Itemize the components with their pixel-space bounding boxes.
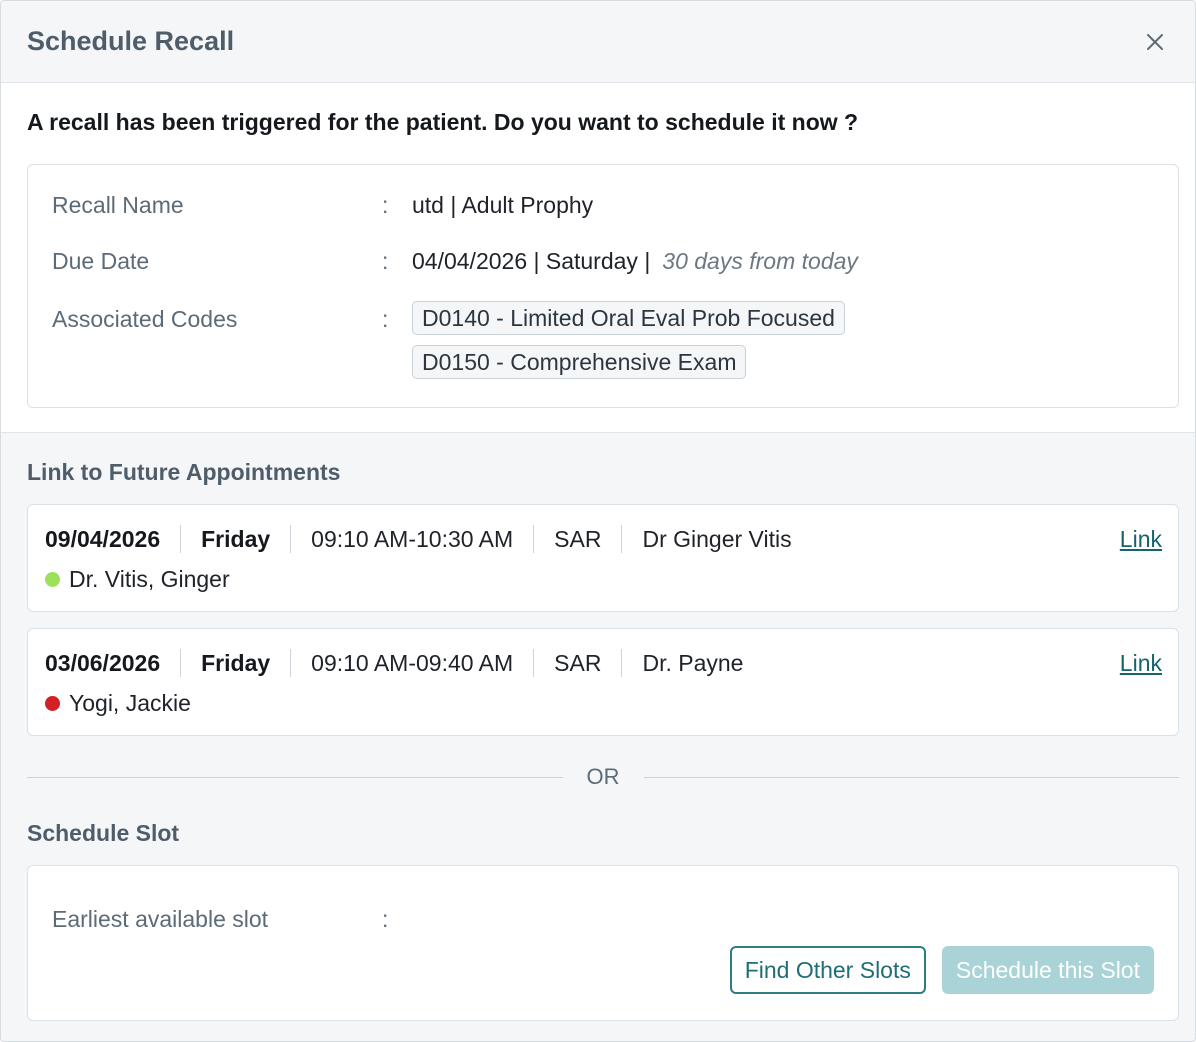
appointment-patient: Yogi, Jackie xyxy=(45,685,1162,721)
appointment-date: 09/04/2026 xyxy=(45,525,161,552)
recall-name-row: Recall Name : utd | Adult Prophy xyxy=(52,187,1154,243)
earliest-slot-row: Earliest available slot : xyxy=(52,902,1154,936)
dialog-header: Schedule Recall xyxy=(1,1,1195,83)
due-date-text: 04/04/2026 | Saturday | xyxy=(412,248,651,274)
appointment-summary: 09/04/2026 Friday 09:10 AM-10:30 AM SAR … xyxy=(45,521,1162,557)
schedule-recall-dialog: Schedule Recall A recall has been trigge… xyxy=(0,0,1196,1042)
code-chip: D0140 - Limited Oral Eval Prob Focused xyxy=(412,301,845,335)
recall-name-value: utd | Adult Prophy xyxy=(412,192,594,218)
code-chip: D0150 - Comprehensive Exam xyxy=(412,345,747,379)
or-divider: OR xyxy=(27,762,1179,792)
slot-actions: Find Other Slots Schedule this Slot xyxy=(729,946,1154,994)
appointment-day: Friday xyxy=(201,649,271,676)
appointment-card: 03/06/2026 Friday 09:10 AM-09:40 AM SAR … xyxy=(27,628,1179,736)
appointment-summary: 03/06/2026 Friday 09:10 AM-09:40 AM SAR … xyxy=(45,645,1162,681)
colon: : xyxy=(382,306,389,332)
recall-prompt: A recall has been triggered for the pati… xyxy=(27,109,859,135)
schedule-slot-title: Schedule Slot xyxy=(27,820,180,846)
colon: : xyxy=(382,906,389,932)
recall-info-card: Recall Name : utd | Adult Prophy Due Dat… xyxy=(27,164,1179,408)
or-text: OR xyxy=(586,764,620,789)
appointment-time: 09:10 AM-09:40 AM xyxy=(311,649,514,676)
lower-section: Link to Future Appointments 09/04/2026 F… xyxy=(1,433,1195,1021)
associated-codes-label: Associated Codes xyxy=(52,306,238,332)
earliest-slot-label: Earliest available slot xyxy=(52,906,269,932)
appointment-provider: Dr. Payne xyxy=(642,649,744,676)
recall-details-section: A recall has been triggered for the pati… xyxy=(1,83,1195,433)
appointment-operatory: SAR xyxy=(554,525,602,552)
appointment-day: Friday xyxy=(201,525,271,552)
due-date-note: 30 days from today xyxy=(662,248,858,274)
colon: : xyxy=(382,192,389,218)
future-appointments-title: Link to Future Appointments xyxy=(27,459,341,485)
appointment-patient: Dr. Vitis, Ginger xyxy=(45,561,1162,597)
appointment-provider: Dr Ginger Vitis xyxy=(642,525,792,552)
dialog-title: Schedule Recall xyxy=(27,26,235,56)
appointment-date: 03/06/2026 xyxy=(45,649,161,676)
find-other-slots-button[interactable]: Find Other Slots xyxy=(729,946,926,994)
status-dot-icon xyxy=(45,571,60,587)
patient-name: Dr. Vitis, Ginger xyxy=(69,565,230,592)
divider-line xyxy=(27,776,563,778)
appointment-card: 09/04/2026 Friday 09:10 AM-10:30 AM SAR … xyxy=(27,504,1179,612)
status-dot-icon xyxy=(45,695,60,711)
close-button[interactable] xyxy=(1143,30,1167,54)
appointment-operatory: SAR xyxy=(554,649,602,676)
schedule-slot-card: Earliest available slot : Find Other Slo… xyxy=(27,865,1179,1021)
schedule-this-slot-button[interactable]: Schedule this Slot xyxy=(941,946,1154,994)
due-date-row: Due Date : 04/04/2026 | Saturday | 30 day… xyxy=(52,243,1154,301)
link-appointment-button[interactable]: Link xyxy=(1120,521,1162,557)
colon: : xyxy=(382,248,389,274)
link-appointment-button[interactable]: Link xyxy=(1120,645,1162,681)
recall-name-label: Recall Name xyxy=(52,192,184,218)
appointment-time: 09:10 AM-10:30 AM xyxy=(311,525,514,552)
associated-codes-row: Associated Codes : D0140 - Limited Oral … xyxy=(52,301,1154,379)
due-date-value: 04/04/2026 | Saturday | 30 days from toda… xyxy=(412,243,858,279)
close-icon xyxy=(1147,33,1163,50)
associated-codes-list: D0140 - Limited Oral Eval Prob Focused D… xyxy=(412,301,845,379)
divider-line xyxy=(643,776,1179,778)
patient-name: Yogi, Jackie xyxy=(69,689,191,716)
due-date-label: Due Date xyxy=(52,248,150,274)
